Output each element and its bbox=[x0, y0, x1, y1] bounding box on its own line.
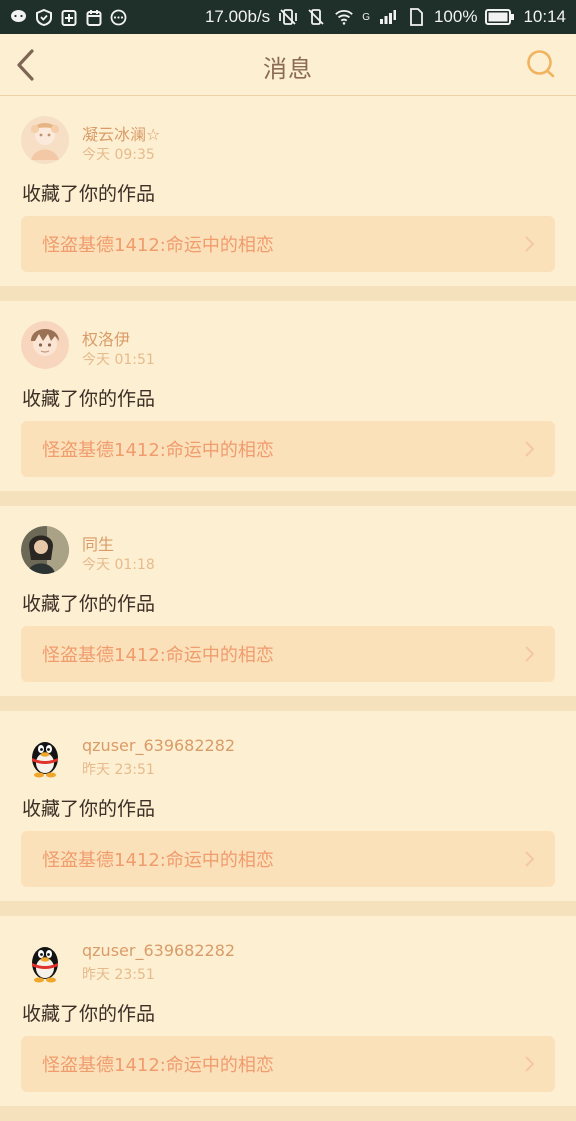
avatar[interactable] bbox=[21, 321, 69, 369]
work-link[interactable]: 怪盗基德1412:命运中的相恋 bbox=[21, 831, 555, 887]
timestamp: 昨天 23:51 bbox=[82, 967, 155, 983]
notification-card: qzuser_639682282 昨天 23:51 收藏了你的作品 怪盗基德14… bbox=[0, 916, 576, 1121]
work-title: 怪盗基德1412:命运中的相恋 bbox=[42, 440, 274, 461]
photo-avatar-icon bbox=[21, 526, 69, 574]
chevron-right-icon bbox=[525, 646, 535, 662]
chevron-right-icon bbox=[525, 1056, 535, 1072]
chat-icon bbox=[10, 9, 27, 26]
timestamp: 昨天 23:51 bbox=[82, 762, 155, 778]
anime-girl-avatar-icon bbox=[21, 116, 69, 164]
timestamp: 今天 01:51 bbox=[82, 352, 155, 368]
chevron-right-icon bbox=[525, 236, 535, 252]
battery-percent: 100% bbox=[433, 7, 478, 26]
notification-card: 凝云冰澜☆ 今天 09:35 收藏了你的作品 怪盗基德1412:命运中的相恋 bbox=[0, 96, 576, 301]
work-link[interactable]: 怪盗基德1412:命运中的相恋 bbox=[21, 216, 555, 272]
search-icon bbox=[527, 50, 555, 78]
avatar[interactable] bbox=[21, 936, 69, 984]
work-title: 怪盗基德1412:命运中的相恋 bbox=[42, 850, 274, 871]
page-title: 消息 bbox=[263, 55, 313, 83]
avatar[interactable] bbox=[21, 731, 69, 779]
more-icon bbox=[110, 9, 127, 26]
avatar[interactable] bbox=[21, 116, 69, 164]
avatar[interactable] bbox=[21, 526, 69, 574]
action-text: 收藏了你的作品 bbox=[22, 183, 156, 205]
network-type: G bbox=[362, 11, 370, 23]
notification-card: qzuser_639682282 昨天 23:51 收藏了你的作品 怪盗基德14… bbox=[0, 711, 576, 916]
work-title: 怪盗基德1412:命运中的相恋 bbox=[42, 645, 274, 666]
user-name[interactable]: qzuser_639682282 bbox=[82, 736, 235, 755]
user-name[interactable]: qzuser_639682282 bbox=[82, 941, 235, 960]
signal-icon bbox=[378, 8, 398, 26]
work-link[interactable]: 怪盗基德1412:命运中的相恋 bbox=[21, 1036, 555, 1092]
timestamp: 今天 01:18 bbox=[82, 557, 155, 573]
calendar-icon bbox=[85, 9, 102, 26]
user-name[interactable]: 凝云冰澜☆ bbox=[82, 121, 160, 145]
shield-icon bbox=[35, 8, 52, 26]
action-text: 收藏了你的作品 bbox=[22, 388, 156, 410]
wifi-icon bbox=[334, 8, 354, 26]
status-system-area: 17.00b/s G 100% 10:14 bbox=[205, 7, 566, 27]
status-notification-icons bbox=[10, 8, 127, 26]
user-name[interactable]: 权洛伊 bbox=[82, 326, 130, 350]
status-bar: 17.00b/s G 100% 10:14 bbox=[0, 0, 576, 34]
penguin-avatar-icon bbox=[21, 936, 69, 984]
network-speed: 17.00b/s bbox=[204, 7, 271, 26]
vibrate-off-icon bbox=[278, 8, 298, 26]
action-text: 收藏了你的作品 bbox=[22, 1003, 156, 1025]
header: 消息 bbox=[0, 34, 576, 96]
battery-saver-icon bbox=[60, 9, 77, 26]
notification-list: 凝云冰澜☆ 今天 09:35 收藏了你的作品 怪盗基德1412:命运中的相恋 权… bbox=[0, 96, 576, 1121]
clock: 10:14 bbox=[523, 7, 566, 26]
silent-icon bbox=[306, 8, 326, 26]
notification-card: 同生 今天 01:18 收藏了你的作品 怪盗基德1412:命运中的相恋 bbox=[0, 506, 576, 711]
user-name[interactable]: 同生 bbox=[82, 531, 114, 555]
penguin-avatar-icon bbox=[21, 731, 69, 779]
search-button[interactable] bbox=[526, 49, 556, 79]
work-link[interactable]: 怪盗基德1412:命运中的相恋 bbox=[21, 421, 555, 477]
action-text: 收藏了你的作品 bbox=[22, 593, 156, 615]
action-text: 收藏了你的作品 bbox=[22, 798, 156, 820]
notification-card: 权洛伊 今天 01:51 收藏了你的作品 怪盗基德1412:命运中的相恋 bbox=[0, 301, 576, 506]
work-link[interactable]: 怪盗基德1412:命运中的相恋 bbox=[21, 626, 555, 682]
work-title: 怪盗基德1412:命运中的相恋 bbox=[42, 235, 274, 256]
sim-icon bbox=[406, 8, 426, 26]
chevron-right-icon bbox=[525, 851, 535, 867]
battery-icon bbox=[485, 8, 515, 26]
anime-boy-avatar-icon bbox=[21, 321, 69, 369]
work-title: 怪盗基德1412:命运中的相恋 bbox=[42, 1055, 274, 1076]
timestamp: 今天 09:35 bbox=[82, 147, 155, 163]
chevron-right-icon bbox=[525, 441, 535, 457]
